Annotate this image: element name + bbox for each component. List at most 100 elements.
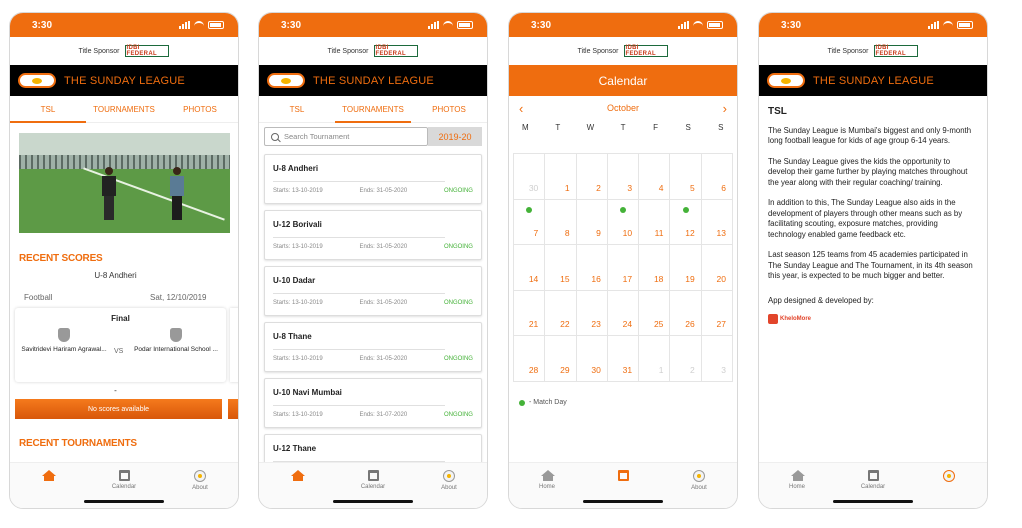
calendar-day[interactable]: 3 <box>607 154 640 200</box>
team-1-name: Savitridevi Hariram Agrawal... <box>21 346 107 353</box>
tab-tournaments[interactable]: TOURNAMENTS <box>335 97 411 123</box>
tournament-end: Ends: 31-05-2020 <box>359 300 408 306</box>
nav-home[interactable] <box>259 463 335 508</box>
calendar-day-number: 4 <box>658 182 664 193</box>
calendar-day-number: 29 <box>560 364 570 375</box>
tab-tsl[interactable]: TSL <box>259 97 335 122</box>
league-title: THE SUNDAY LEAGUE <box>313 74 434 87</box>
status-bar: 3:30 <box>259 13 487 37</box>
nav-home[interactable]: Home <box>759 463 835 508</box>
wifi-icon <box>693 21 703 29</box>
tournament-card[interactable]: U-10 Dadar Starts: 13-10-2019 Ends: 31-05… <box>264 266 482 316</box>
calendar-day-number: 1 <box>658 364 664 375</box>
calendar-day[interactable]: 1 <box>639 336 671 382</box>
status-time: 3:30 <box>281 19 302 31</box>
calendar-day[interactable]: 2 <box>670 336 702 382</box>
calendar-icon <box>617 470 629 481</box>
calendar-day[interactable]: 25 <box>639 290 671 336</box>
calendar-day-number: 3 <box>627 182 633 193</box>
tab-tournaments[interactable]: TOURNAMENTS <box>86 97 162 122</box>
calendar-day[interactable]: 26 <box>670 290 702 336</box>
calendar-day[interactable]: 11 <box>639 199 671 245</box>
next-score-card-peek[interactable] <box>230 308 238 382</box>
calendar-day[interactable]: 27 <box>701 290 733 336</box>
tournament-card[interactable]: U-12 Borivali Starts: 13-10-2019 Ends: 31… <box>264 210 482 260</box>
calendar-day[interactable]: 19 <box>670 245 702 291</box>
weekday-label: T <box>555 123 561 132</box>
calendar-day[interactable]: 29 <box>545 336 577 382</box>
weekday-label: W <box>586 123 595 132</box>
tournament-name: U-10 Navi Mumbai <box>273 388 342 397</box>
calendar-day[interactable]: 7 <box>514 199 546 245</box>
month-navigator: ‹ October › <box>509 99 737 117</box>
calendar-day[interactable]: 31 <box>607 336 640 382</box>
calendar-day[interactable]: 12 <box>670 199 702 245</box>
phone-about-screen: 3:30 Title Sponsor IDBI FEDERAL THE SUND… <box>758 12 988 509</box>
calendar-day[interactable]: 21 <box>514 290 546 336</box>
tournament-card[interactable]: U-10 Navi Mumbai Starts: 13-10-2019 Ends:… <box>264 378 482 428</box>
calendar-day[interactable]: 17 <box>607 245 640 291</box>
calendar-day[interactable]: 6 <box>701 154 733 200</box>
calendar-day[interactable]: 9 <box>576 199 608 245</box>
tournament-card[interactable]: U-8 Andheri Starts: 13-10-2019 Ends: 31-0… <box>264 154 482 204</box>
match-tournament-name: U-8 Andheri <box>94 271 137 280</box>
calendar-day[interactable]: 20 <box>701 245 733 291</box>
nav-about[interactable]: About <box>162 463 238 508</box>
calendar-day[interactable]: 5 <box>670 154 702 200</box>
calendar-day[interactable]: 30 <box>514 154 546 200</box>
tournament-end: Ends: 31-05-2020 <box>359 188 408 194</box>
status-time: 3:30 <box>32 19 53 31</box>
score-card[interactable]: Final Savitridevi Hariram Agrawal... VS … <box>15 308 226 382</box>
calendar-day[interactable]: 28 <box>514 336 546 382</box>
month-label: October <box>606 103 639 113</box>
calendar-day[interactable]: 14 <box>514 245 546 291</box>
home-indicator <box>583 500 663 503</box>
calendar-day[interactable]: 4 <box>639 154 671 200</box>
calendar-day-number: 12 <box>685 228 695 238</box>
top-tabs: TSL TOURNAMENTS PHOTOS <box>10 97 238 123</box>
calendar-day[interactable]: 2 <box>576 154 608 200</box>
calendar-day[interactable]: 13 <box>701 199 733 245</box>
sponsor-logo: IDBI FEDERAL <box>125 45 170 57</box>
about-credit: App designed & developed by: <box>768 295 874 305</box>
tab-photos[interactable]: PHOTOS <box>411 97 487 122</box>
calendar-day[interactable]: 24 <box>607 290 640 336</box>
season-selector[interactable]: 2019-20 <box>428 127 482 146</box>
about-content: TSL The Sunday League is Mumbai's bigges… <box>768 106 977 325</box>
battery-icon <box>457 21 473 29</box>
calendar-day[interactable]: 22 <box>545 290 577 336</box>
search-input[interactable]: Search Tournament <box>264 127 428 146</box>
calendar-day-number: 20 <box>716 273 726 284</box>
status-icons <box>428 21 473 29</box>
nav-about-label: About <box>441 485 457 491</box>
league-header: THE SUNDAY LEAGUE <box>10 65 238 96</box>
calendar-day[interactable]: 3 <box>701 336 733 382</box>
calendar-day[interactable]: 16 <box>576 245 608 291</box>
nav-home[interactable] <box>10 463 86 508</box>
calendar-day[interactable]: 8 <box>545 199 577 245</box>
tab-photos[interactable]: PHOTOS <box>162 97 238 122</box>
calendar-day[interactable]: 15 <box>545 245 577 291</box>
nav-home[interactable]: Home <box>509 463 585 508</box>
calendar-day[interactable]: 1 <box>545 154 577 200</box>
developer-logo[interactable]: KheloMore <box>768 314 977 325</box>
calendar-day-number: 2 <box>689 364 695 375</box>
status-bar: 3:30 <box>10 13 238 37</box>
calendar-day[interactable]: 30 <box>576 336 608 382</box>
nav-about[interactable]: About <box>661 463 737 508</box>
tournament-card[interactable]: U-8 Thane Starts: 13-10-2019 Ends: 31-05-… <box>264 322 482 372</box>
nav-about[interactable] <box>911 463 987 508</box>
calendar-icon <box>367 470 379 481</box>
tab-tsl[interactable]: TSL <box>10 97 86 123</box>
calendar-day-number: 21 <box>528 319 539 329</box>
prev-month-button[interactable]: ‹ <box>519 101 523 116</box>
calendar-day-number: 7 <box>533 228 539 238</box>
nav-about[interactable]: About <box>411 463 487 508</box>
battery-icon <box>957 21 973 29</box>
calendar-day-number: 22 <box>560 319 570 329</box>
calendar-day[interactable]: 18 <box>639 245 671 291</box>
sponsor-label: Title Sponsor <box>577 47 619 55</box>
calendar-day[interactable]: 23 <box>576 290 608 336</box>
next-month-button[interactable]: › <box>723 101 727 116</box>
calendar-day[interactable]: 10 <box>607 199 640 245</box>
